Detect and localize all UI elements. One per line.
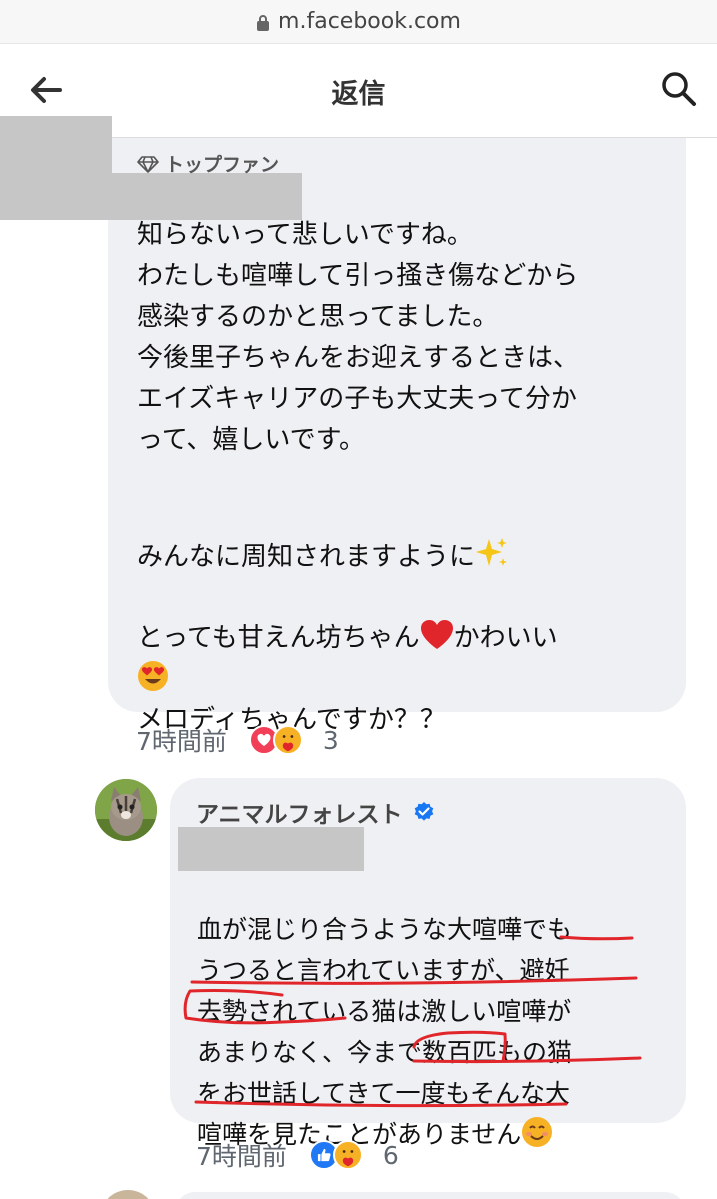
redacted-text-block [178,827,364,871]
next-reply-bubble [175,1192,685,1199]
browser-url-bar[interactable]: m.facebook.com [0,0,717,44]
red-heart-emoji-icon [420,620,453,649]
lock-icon [257,14,270,31]
sparkles-emoji-icon [476,538,508,566]
smiling-face-emoji-icon [522,1117,553,1147]
redacted-name-block [108,173,302,220]
page-name[interactable]: アニマルフォレスト [196,795,435,829]
comment-text-paragraph-2: みんなに周知されますように [137,495,677,578]
verified-badge-icon [414,802,433,821]
reply-timestamp[interactable]: 7時間前 [196,1137,287,1173]
page-name-label: アニマルフォレスト [196,802,403,828]
paragraph-2-text: みんなに周知されますように [137,542,476,572]
comment-text-paragraph-3: とっても甘えん坊ちゃん かわいい メロディちゃんですか？？ [137,577,677,741]
comment-text-paragraph-1: 知らないって悲しいですね。 わたしも喧嘩して引っ掻き傷などから 感染するのかと思… [137,220,580,455]
heart-eyes-emoji-icon [138,661,168,691]
redacted-avatar-block [0,116,112,220]
reaction-summary[interactable] [248,725,303,755]
reply-reaction-summary[interactable] [308,1140,363,1170]
comment-meta: 7時間前 3 [136,722,339,758]
page-title: 返信 [331,79,386,110]
url-text: m.facebook.com [278,9,461,34]
reply-reaction-count[interactable]: 6 [383,1141,399,1170]
comment-timestamp[interactable]: 7時間前 [136,722,227,758]
kitten-avatar-image [95,779,157,841]
care-reaction-icon [332,1140,363,1170]
page-avatar[interactable] [95,779,157,841]
diamond-icon [137,155,159,173]
care-reaction-icon [272,725,303,755]
paragraph-3-text-a: とっても甘えん坊ちゃん [137,623,420,653]
reaction-count[interactable]: 3 [323,726,339,755]
search-icon[interactable] [660,70,698,108]
next-reply-avatar[interactable] [100,1190,156,1199]
reply-text: 血が混じり合うような大喧嘩でも うつると言われていますが、避妊 去勢されている猫… [197,868,667,1155]
paragraph-3-text-b: かわいい [453,623,558,653]
reply-meta: 7時間前 6 [196,1137,399,1173]
top-fan-badge: トップファン [137,150,279,177]
reply-text-body: 血が混じり合うような大喧嘩でも うつると言われていますが、避妊 去勢されている猫… [197,915,573,1149]
badge-label: トップファン [165,154,280,176]
